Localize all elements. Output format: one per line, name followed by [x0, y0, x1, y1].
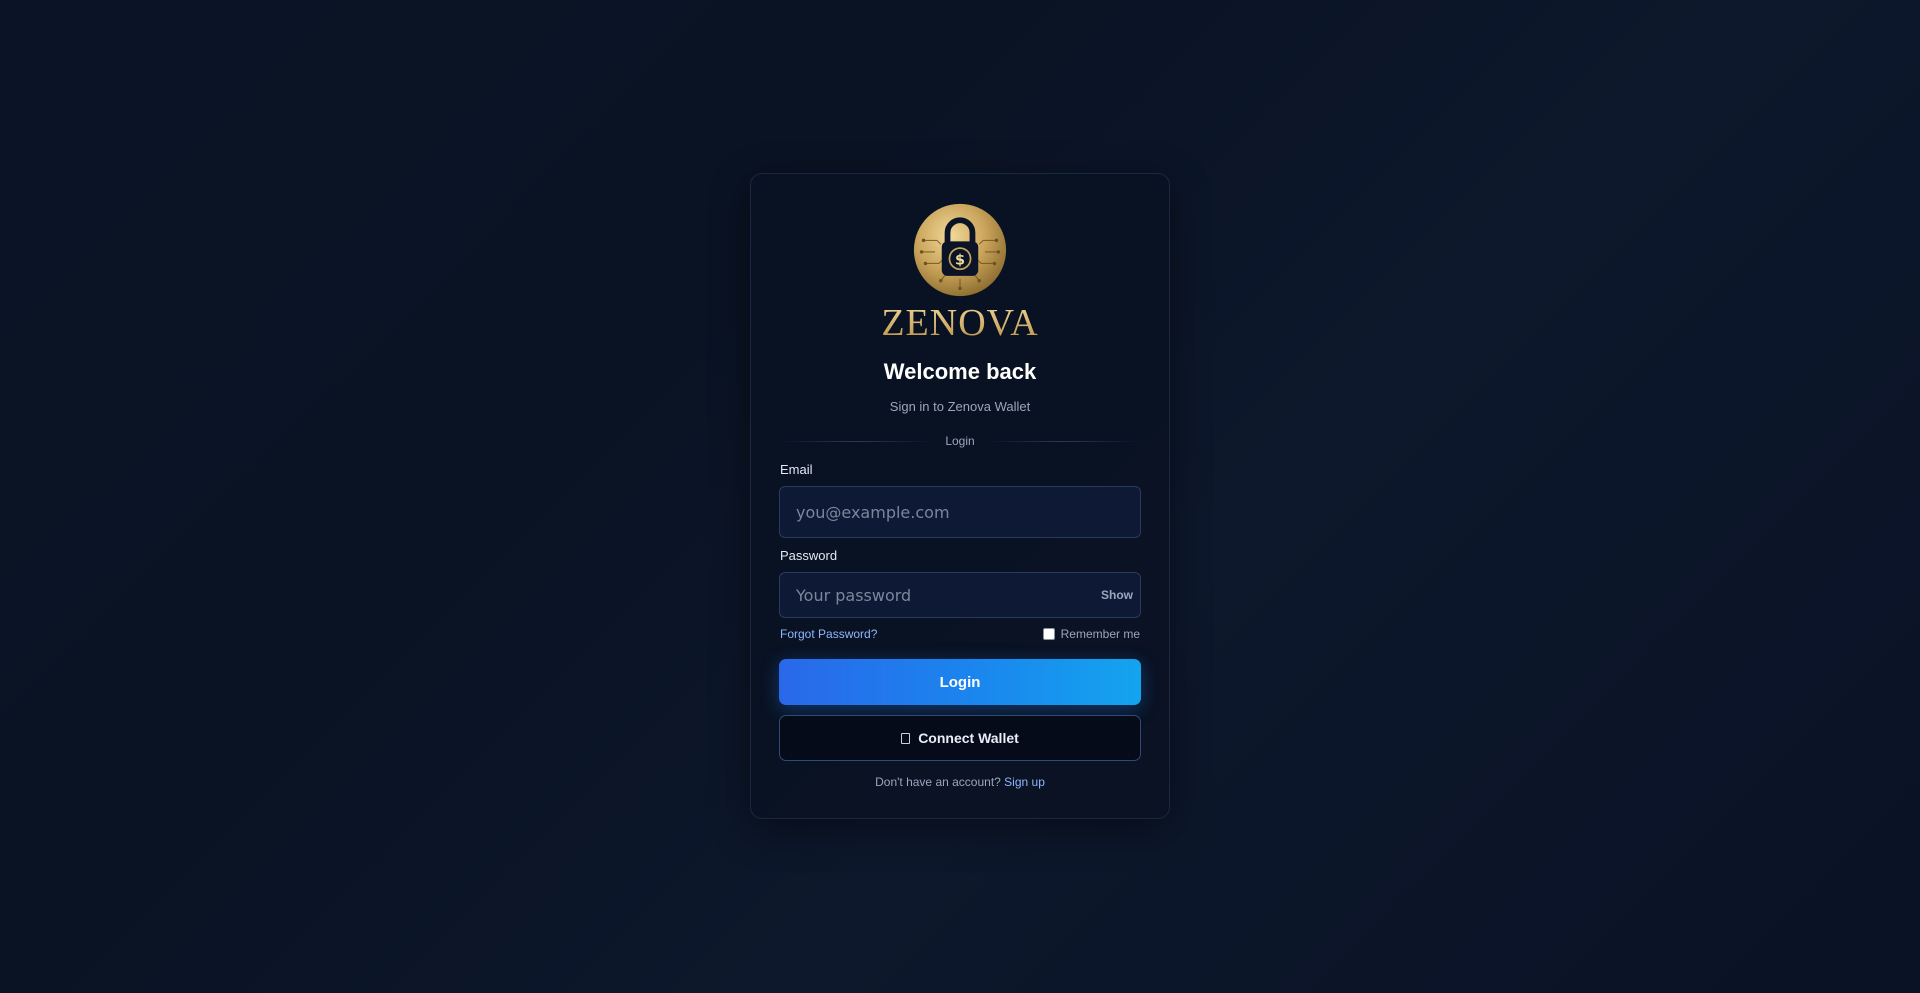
padlock-dollar-coin-icon: $ — [913, 203, 1007, 297]
divider-line-right — [986, 440, 1140, 442]
svg-text:ZENOVA: ZENOVA — [881, 302, 1038, 342]
signup-prompt: Don't have an account? Sign up — [751, 775, 1169, 789]
remember-me[interactable]: Remember me — [1042, 627, 1140, 641]
remember-me-label: Remember me — [1060, 627, 1140, 641]
login-button[interactable]: Login — [779, 659, 1141, 705]
connect-wallet-button[interactable]: Connect Wallet — [779, 715, 1141, 761]
page-title: Welcome back — [883, 359, 1037, 384]
email-field-box[interactable] — [779, 486, 1141, 538]
remember-me-checkbox[interactable] — [1042, 628, 1055, 640]
logo: $ ZENOVA — [751, 202, 1169, 342]
page-subtitle: Sign in to Zenova Wallet — [889, 399, 1031, 414]
signup-link[interactable]: Sign up — [1004, 775, 1045, 789]
email-field[interactable] — [794, 501, 1126, 523]
wallet-icon — [901, 732, 911, 744]
show-password-toggle[interactable]: Show — [1101, 588, 1133, 602]
email-label: Email — [780, 462, 813, 477]
divider-label: Login — [945, 434, 975, 448]
connect-wallet-label: Connect Wallet — [918, 730, 1019, 746]
signup-prompt-text: Don't have an account? — [875, 775, 1001, 789]
login-options-row: Forgot Password? Remember me — [780, 627, 1140, 641]
forgot-password-link[interactable]: Forgot Password? — [780, 627, 877, 641]
svg-text:$: $ — [955, 252, 965, 268]
divider-line-left — [780, 440, 934, 442]
password-label: Password — [780, 548, 838, 563]
section-divider: Login — [780, 434, 1140, 448]
password-field[interactable] — [794, 584, 1101, 606]
brand-wordmark: ZENOVA — [881, 302, 1038, 342]
password-field-box[interactable]: Show — [779, 572, 1141, 618]
login-card: $ ZENOVA Welcome back Sign in to Zenova … — [750, 173, 1170, 819]
